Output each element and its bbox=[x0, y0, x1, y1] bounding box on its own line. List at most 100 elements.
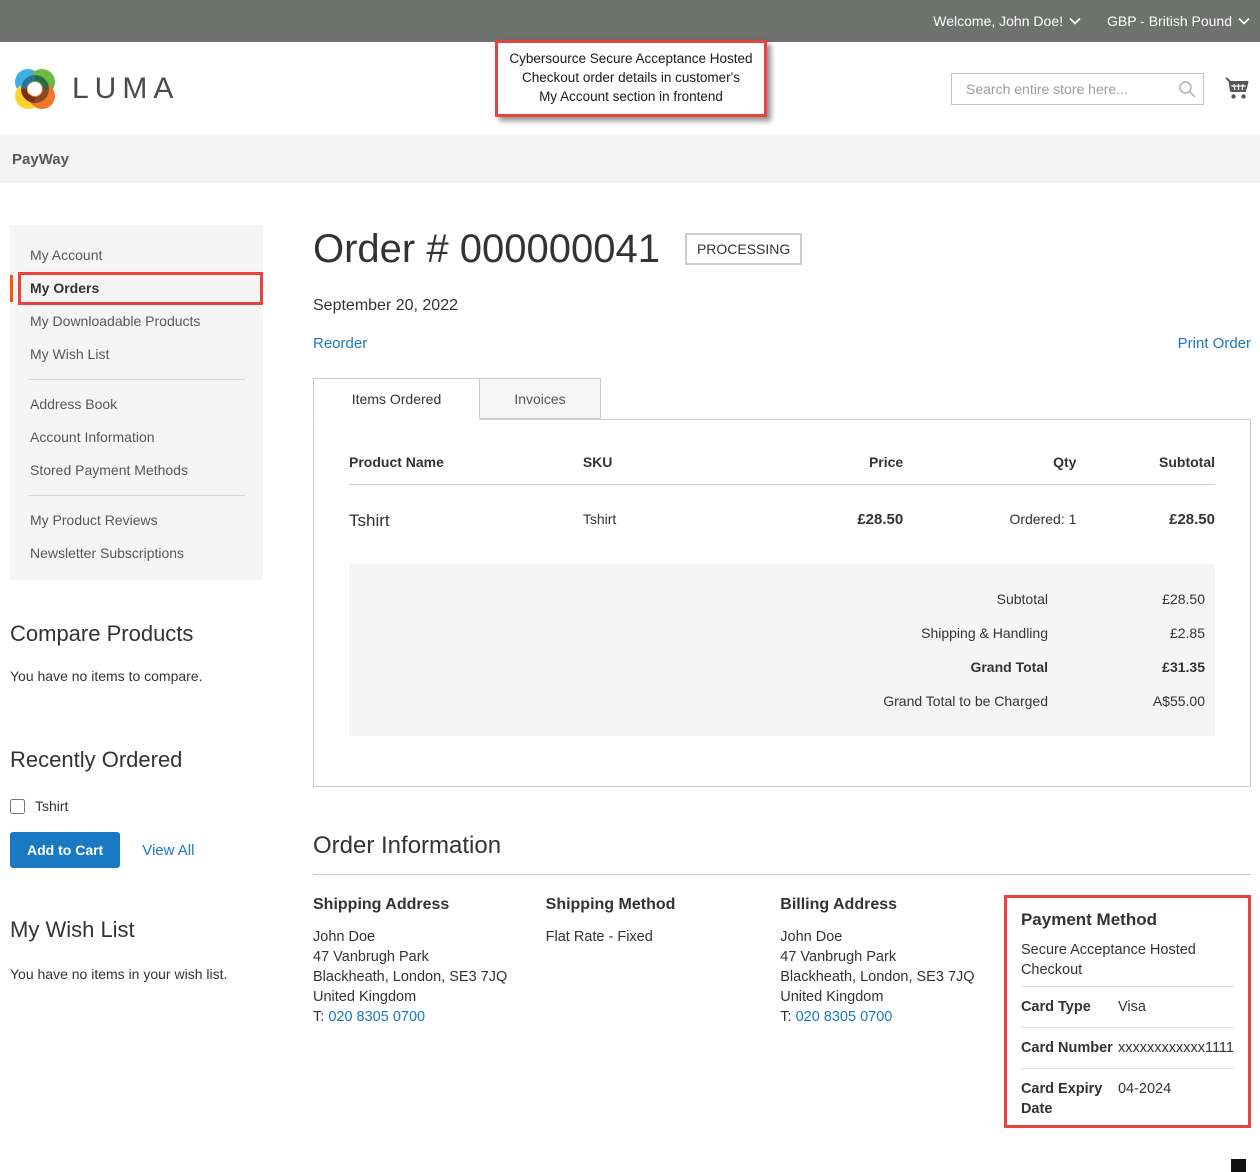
total-value: £31.35 bbox=[1048, 659, 1215, 675]
compare-products-title: Compare Products bbox=[10, 620, 263, 648]
cart-button[interactable] bbox=[1222, 75, 1250, 102]
sidebar-item-label: Newsletter Subscriptions bbox=[30, 545, 184, 561]
breadcrumb[interactable]: PayWay bbox=[12, 151, 69, 168]
wishlist-title: My Wish List bbox=[10, 916, 263, 944]
table-row: Tshirt Tshirt £28.50 Ordered: 1 £28.50 bbox=[349, 485, 1215, 550]
nav-divider bbox=[28, 495, 245, 496]
store-logo[interactable]: LUMA bbox=[12, 66, 179, 112]
sidebar-item-address-book[interactable]: Address Book bbox=[10, 388, 263, 421]
print-order-link[interactable]: Print Order bbox=[1178, 335, 1251, 352]
billing-address-block: Billing Address John Doe 47 Vanbrugh Par… bbox=[780, 895, 1004, 1128]
order-status-badge: PROCESSING bbox=[685, 233, 802, 265]
cart-icon bbox=[1222, 75, 1250, 102]
payment-name-line: Checkout bbox=[1021, 960, 1234, 980]
payment-detail-value: xxxxxxxxxxxx1111 bbox=[1118, 1038, 1234, 1058]
total-label: Subtotal bbox=[997, 591, 1048, 607]
address-phone-row: T: 020 8305 0700 bbox=[313, 1007, 546, 1027]
recent-item-label[interactable]: Tshirt bbox=[35, 798, 68, 814]
search-input[interactable] bbox=[951, 73, 1204, 105]
chevron-down-icon bbox=[1069, 17, 1081, 25]
tab-items-ordered[interactable]: Items Ordered bbox=[313, 378, 480, 420]
billing-address-title: Billing Address bbox=[780, 895, 1004, 915]
order-tabs: Items Ordered Invoices bbox=[313, 378, 1251, 419]
sidebar-item-stored-payment-methods[interactable]: Stored Payment Methods bbox=[10, 454, 263, 487]
shipping-method-title: Shipping Method bbox=[546, 895, 781, 915]
reorder-link[interactable]: Reorder bbox=[313, 335, 367, 352]
annotation-line: Checkout order details in customer's bbox=[502, 68, 760, 87]
payment-detail-label: Card Expiry Date bbox=[1021, 1079, 1118, 1119]
wishlist-empty: You have no items in your wish list. bbox=[10, 966, 263, 982]
currency-switcher[interactable]: GBP - British Pound bbox=[1107, 13, 1250, 29]
address-street: 47 Vanbrugh Park bbox=[313, 947, 546, 967]
payment-detail-card-expiry: Card Expiry Date 04-2024 bbox=[1021, 1068, 1234, 1125]
welcome-menu[interactable]: Welcome, John Doe! bbox=[933, 13, 1081, 29]
payment-method-block: Payment Method Secure Acceptance Hosted … bbox=[1004, 895, 1251, 1128]
order-items-table: Product Name SKU Price Qty Subtotal Tshi… bbox=[349, 454, 1215, 549]
payment-detail-label: Card Type bbox=[1021, 997, 1118, 1017]
order-information-columns: Shipping Address John Doe 47 Vanbrugh Pa… bbox=[313, 895, 1251, 1128]
shipping-address-block: Shipping Address John Doe 47 Vanbrugh Pa… bbox=[313, 895, 546, 1128]
total-value: £28.50 bbox=[1048, 591, 1215, 607]
luma-logo-icon bbox=[12, 66, 58, 112]
add-to-cart-button[interactable]: Add to Cart bbox=[10, 832, 120, 868]
account-nav: My Account My Orders My Downloadable Pro… bbox=[10, 225, 263, 580]
recent-item-checkbox[interactable] bbox=[10, 799, 25, 814]
sidebar-item-label: My Product Reviews bbox=[30, 512, 158, 528]
sidebar-item-label: My Account bbox=[30, 247, 102, 263]
top-bar: Welcome, John Doe! GBP - British Pound bbox=[0, 0, 1260, 42]
page-title: Order # 000000041 bbox=[313, 225, 660, 273]
recent-actions: Add to Cart View All bbox=[10, 832, 263, 868]
nav-divider bbox=[28, 379, 245, 380]
shipping-address-title: Shipping Address bbox=[313, 895, 546, 915]
annotation-artifact bbox=[1231, 1159, 1246, 1172]
cell-product-name: Tshirt bbox=[349, 485, 583, 550]
sidebar-item-newsletter-subscriptions[interactable]: Newsletter Subscriptions bbox=[10, 537, 263, 570]
content: My Account My Orders My Downloadable Pro… bbox=[0, 183, 1260, 1128]
total-row-subtotal: Subtotal £28.50 bbox=[349, 582, 1215, 616]
order-actions: Reorder Print Order bbox=[313, 335, 1251, 352]
address-phone-row: T: 020 8305 0700 bbox=[780, 1007, 1004, 1027]
sidebar-item-label: My Orders bbox=[30, 280, 99, 296]
search-icon[interactable] bbox=[1176, 78, 1198, 100]
recently-ordered-title: Recently Ordered bbox=[10, 746, 263, 774]
address-city: Blackheath, London, SE3 7JQ bbox=[313, 967, 546, 987]
col-header-product-name: Product Name bbox=[349, 454, 583, 485]
view-all-link[interactable]: View All bbox=[142, 842, 194, 859]
breadcrumb-bar: PayWay bbox=[0, 135, 1260, 183]
total-label: Shipping & Handling bbox=[921, 625, 1048, 641]
sidebar-item-my-downloadable-products[interactable]: My Downloadable Products bbox=[10, 305, 263, 338]
order-title-row: Order # 000000041 PROCESSING bbox=[313, 225, 1251, 273]
sidebar-item-my-account[interactable]: My Account bbox=[10, 239, 263, 272]
total-label: Grand Total bbox=[970, 659, 1048, 675]
sidebar-item-label: Account Information bbox=[30, 429, 155, 445]
col-header-sku: SKU bbox=[583, 454, 756, 485]
header-right bbox=[951, 73, 1250, 105]
total-row-shipping: Shipping & Handling £2.85 bbox=[349, 616, 1215, 650]
cell-qty: Ordered: 1 bbox=[903, 485, 1076, 550]
annotation-callout: Cybersource Secure Acceptance Hosted Che… bbox=[495, 40, 767, 117]
payment-detail-label: Card Number bbox=[1021, 1038, 1118, 1058]
order-information-title: Order Information bbox=[313, 832, 1251, 875]
page: Welcome, John Doe! GBP - British Pound L… bbox=[0, 0, 1260, 1172]
cell-subtotal: £28.50 bbox=[1076, 485, 1215, 550]
shipping-method-block: Shipping Method Flat Rate - Fixed bbox=[546, 895, 781, 1128]
sidebar-item-my-wish-list[interactable]: My Wish List bbox=[10, 338, 263, 371]
sidebar-item-my-product-reviews[interactable]: My Product Reviews bbox=[10, 504, 263, 537]
sidebar-item-label: My Downloadable Products bbox=[30, 313, 200, 329]
order-totals: Subtotal £28.50 Shipping & Handling £2.8… bbox=[349, 564, 1215, 736]
phone-link[interactable]: 020 8305 0700 bbox=[328, 1009, 425, 1025]
main-column: Order # 000000041 PROCESSING September 2… bbox=[313, 225, 1251, 1128]
total-row-grand-total: Grand Total £31.35 bbox=[349, 650, 1215, 684]
currency-text: GBP - British Pound bbox=[1107, 13, 1232, 29]
sidebar-item-label: Address Book bbox=[30, 396, 117, 412]
phone-label: T: bbox=[780, 1009, 795, 1025]
phone-link[interactable]: 020 8305 0700 bbox=[796, 1009, 893, 1025]
sidebar-item-account-information[interactable]: Account Information bbox=[10, 421, 263, 454]
order-items-panel: Product Name SKU Price Qty Subtotal Tshi… bbox=[313, 419, 1251, 787]
welcome-text: Welcome, John Doe! bbox=[933, 13, 1063, 29]
address-street: 47 Vanbrugh Park bbox=[780, 947, 1004, 967]
tab-invoices[interactable]: Invoices bbox=[480, 378, 601, 419]
sidebar-item-my-orders[interactable]: My Orders bbox=[10, 272, 263, 305]
annotation-line: Cybersource Secure Acceptance Hosted bbox=[502, 49, 760, 68]
payment-method-title: Payment Method bbox=[1021, 908, 1234, 932]
